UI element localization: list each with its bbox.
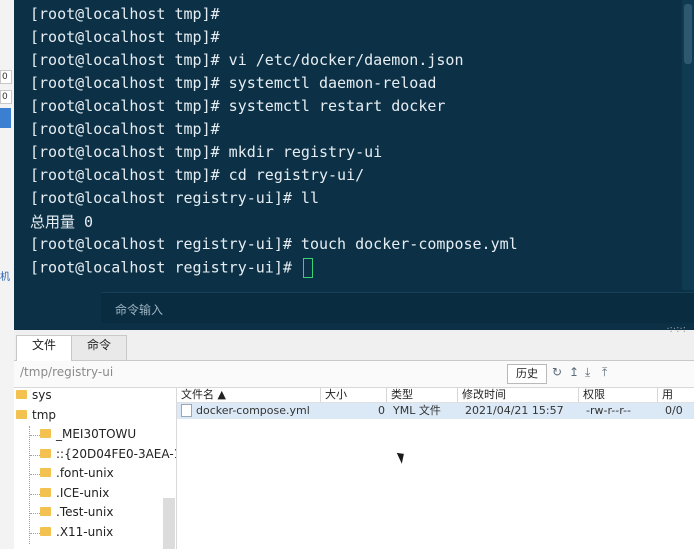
column-size[interactable]: 大小 — [320, 388, 382, 402]
folder-icon — [40, 527, 51, 536]
mouse-cursor — [396, 450, 408, 464]
terminal-line: [root@localhost tmp]# vi /etc/docker/dae… — [30, 51, 464, 69]
tree-scrollbar[interactable] — [163, 498, 175, 549]
file-icon — [181, 403, 192, 417]
tree-connector — [30, 455, 40, 456]
folder-icon — [16, 390, 27, 399]
background-window-edge: 0 0 机 — [0, 0, 14, 549]
terminal-scrollbar[interactable] — [682, 0, 694, 290]
file-user: 0/0 — [665, 404, 683, 417]
tree-item[interactable]: _MEI30TOWU — [40, 427, 136, 445]
history-button[interactable]: 历史 — [507, 364, 547, 384]
directory-tree: sys tmp _MEI30TOWU ::{20D04FE0-3AEA-1( .… — [14, 388, 177, 549]
file-permissions: -rw-r--r-- — [586, 404, 631, 417]
terminal-line: [root@localhost registry-ui]# touch dock… — [30, 235, 518, 253]
tree-item-sys[interactable]: sys — [16, 388, 52, 406]
tree-connector — [30, 474, 40, 475]
terminal-cursor — [302, 258, 313, 278]
file-list-header: 文件名 ▲ 大小 类型 修改时间 权限 用户/... — [177, 388, 694, 403]
tree-item[interactable]: .font-unix — [40, 466, 114, 484]
tree-item-label: ::{20D04FE0-3AEA-1( — [56, 447, 177, 461]
path-bar: /tmp/registry-ui 历史 ↻ ↥ ⤓ ⤒ — [14, 361, 694, 388]
tree-item[interactable]: ::{20D04FE0-3AEA-1( — [40, 447, 177, 465]
command-input-bar[interactable]: 命令输入 — [101, 292, 694, 323]
file-manager-tabs: 文件 命令 ·:·:·: — [14, 324, 694, 361]
background-selection — [0, 108, 11, 128]
folder-icon — [40, 468, 51, 477]
terminal-line: [root@localhost tmp]# — [30, 5, 220, 23]
file-manager: 文件 命令 ·:·:·: /tmp/registry-ui 历史 ↻ ↥ ⤓ ⤒… — [14, 324, 694, 549]
column-user[interactable]: 用户/... — [657, 388, 694, 402]
table-row[interactable]: docker-compose.yml 0 YML 文件 2021/04/21 1… — [177, 403, 694, 419]
file-list: 文件名 ▲ 大小 类型 修改时间 权限 用户/... docker-compos… — [177, 388, 694, 549]
file-name-cell: docker-compose.yml — [181, 403, 310, 419]
tree-connector — [30, 435, 40, 436]
folder-icon — [16, 410, 27, 419]
tab-files[interactable]: 文件 — [16, 335, 72, 361]
tree-item-label: .Test-unix — [56, 505, 114, 519]
tree-connector — [30, 533, 40, 534]
tree-item-label: .font-unix — [56, 466, 114, 480]
panel-grip[interactable]: ·:·:·: — [666, 324, 686, 335]
upload-icon[interactable]: ⤒ — [602, 365, 607, 380]
refresh-icon[interactable]: ↻ — [552, 365, 562, 379]
tree-item-label: sys — [32, 388, 52, 402]
tree-item-label: .X11-unix — [56, 525, 114, 539]
terminal-prompt-line: [root@localhost registry-ui]# — [30, 258, 313, 278]
tree-item[interactable]: .ICE-unix — [40, 486, 109, 504]
tree-connector — [29, 426, 30, 544]
background-field: 0 — [0, 70, 12, 84]
terminal-panel[interactable]: [root@localhost tmp]# [root@localhost tm… — [14, 0, 694, 330]
tree-item-tmp[interactable]: tmp — [16, 408, 56, 426]
terminal-scroll-thumb[interactable] — [684, 4, 692, 64]
tree-connector — [30, 494, 40, 495]
terminal-line: 总用量 0 — [30, 213, 94, 231]
path-input[interactable]: /tmp/registry-ui — [20, 365, 113, 379]
terminal-line: [root@localhost registry-ui]# ll — [30, 189, 319, 207]
column-modified[interactable]: 修改时间 — [457, 388, 574, 402]
tab-commands[interactable]: 命令 — [71, 335, 127, 360]
terminal-prompt: [root@localhost registry-ui]# — [30, 258, 301, 277]
terminal-line: [root@localhost tmp]# — [30, 120, 220, 138]
up-icon[interactable]: ↥ — [569, 365, 579, 379]
folder-icon — [40, 507, 51, 516]
column-permissions[interactable]: 权限 — [578, 388, 653, 402]
tree-item[interactable]: .Test-unix — [40, 505, 113, 523]
terminal-line: [root@localhost tmp]# mkdir registry-ui — [30, 143, 383, 161]
tree-item-label: .ICE-unix — [56, 486, 110, 500]
tree-item-label: _MEI30TOWU — [56, 427, 137, 441]
folder-icon — [40, 449, 51, 458]
folder-icon — [40, 488, 51, 497]
file-modified: 2021/04/21 15:57 — [465, 404, 564, 417]
background-field: 0 — [0, 90, 12, 104]
tree-item[interactable]: .X11-unix — [40, 525, 113, 543]
terminal-line: [root@localhost tmp]# cd registry-ui/ — [30, 166, 365, 184]
terminal-line: [root@localhost tmp]# systemctl restart … — [30, 97, 446, 115]
file-type: YML 文件 — [393, 404, 441, 417]
column-type[interactable]: 类型 — [386, 388, 453, 402]
tree-connector — [30, 513, 40, 514]
terminal-line: [root@localhost tmp]# — [30, 28, 220, 46]
file-size: 0 — [378, 404, 385, 417]
folder-icon — [40, 429, 51, 438]
background-label: 机 — [0, 272, 10, 283]
tree-item-label: tmp — [32, 408, 57, 422]
download-icon[interactable]: ⤓ — [585, 365, 590, 380]
column-name[interactable]: 文件名 ▲ — [177, 388, 315, 402]
command-input[interactable]: 命令输入 — [115, 301, 163, 318]
file-name: docker-compose.yml — [196, 404, 310, 417]
terminal-line: [root@localhost tmp]# systemctl daemon-r… — [30, 74, 437, 92]
